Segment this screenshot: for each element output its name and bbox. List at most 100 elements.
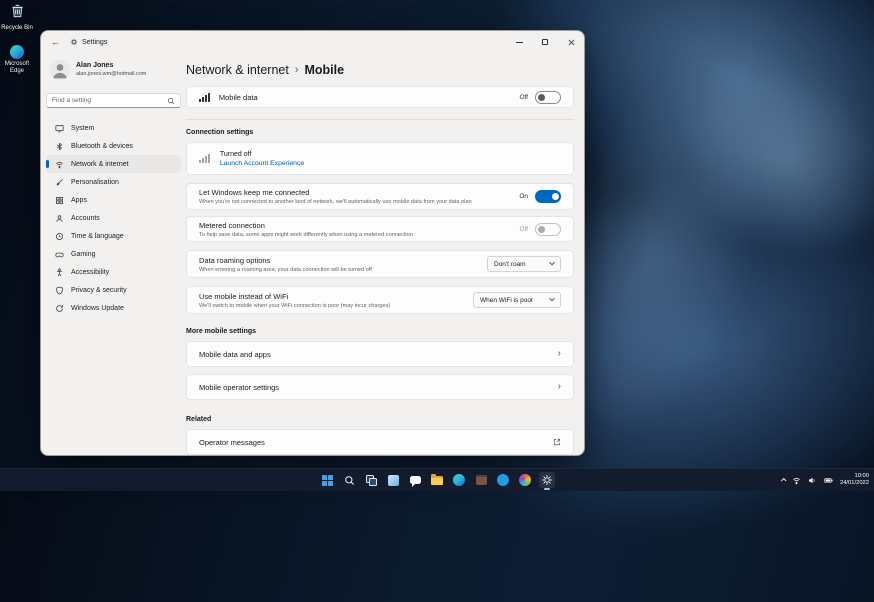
keep-connected-state: On <box>519 193 528 200</box>
hidden-icons-chevron[interactable] <box>780 477 787 484</box>
mobile-instead-wifi-dropdown[interactable]: When WiFi is poor <box>473 292 561 308</box>
mobile-data-toggle[interactable] <box>535 90 561 104</box>
system-icon <box>55 124 64 133</box>
clock[interactable]: 10:00 24/01/2022 <box>840 473 869 487</box>
bluetooth-icon <box>55 142 64 151</box>
widgets-button[interactable] <box>385 472 401 488</box>
sidebar-item-bluetooth-devices[interactable]: Bluetooth & devices <box>46 137 181 155</box>
network-icon <box>55 160 64 169</box>
profile-block[interactable]: Alan Jones alan.jones.wm@hotmail.com <box>46 59 181 81</box>
mobile-data-and-apps-card[interactable]: Mobile data and apps › <box>186 341 574 367</box>
app-title-group: Settings <box>70 33 107 51</box>
sidebar-item-accessibility[interactable]: Accessibility <box>46 263 181 281</box>
widgets-icon <box>387 474 399 486</box>
skype-button[interactable] <box>495 472 511 488</box>
taskbar-center <box>319 469 555 491</box>
desktop-icon-microsoft-edge[interactable]: Microsoft Edge <box>0 45 37 75</box>
keep-connected-toggle[interactable] <box>535 190 561 203</box>
mobile-data-title: Mobile data <box>218 92 258 102</box>
search-input[interactable] <box>52 97 167 104</box>
tray-date: 24/01/2022 <box>839 480 869 486</box>
close-button[interactable] <box>558 31 584 53</box>
sidebar-item-windows-update[interactable]: Windows Update <box>46 299 181 317</box>
chevron-right-icon: › <box>557 348 561 359</box>
metered-connection-state: Off <box>519 225 528 233</box>
windows-update-icon <box>55 304 64 313</box>
sidebar-item-system[interactable]: System <box>46 119 181 137</box>
page-title: Mobile <box>304 63 345 77</box>
battery-tray-icon[interactable] <box>824 476 833 485</box>
search-box[interactable] <box>46 93 181 108</box>
network-tray-icon[interactable] <box>792 476 801 485</box>
desktop-icon-label: Recycle Bin <box>1 25 33 31</box>
connection-status-card: Turned off Launch Account Experience <box>186 142 574 175</box>
mobile-data-card: Mobile data Off <box>186 86 574 108</box>
search-button[interactable] <box>341 472 357 488</box>
windows-logo-icon <box>321 474 333 486</box>
skype-icon <box>497 474 509 486</box>
accessibility-icon <box>55 267 64 277</box>
mobile-operator-settings-card[interactable]: Mobile operator settings › <box>186 374 574 400</box>
maximize-icon <box>542 39 548 45</box>
operator-messages-card[interactable]: Operator messages <box>186 429 574 455</box>
keep-connected-card: Let Windows keep me connected When you'r… <box>186 183 574 210</box>
data-roaming-card: Data roaming options When entering a roa… <box>186 250 574 278</box>
section-related: Related <box>186 416 212 423</box>
main-content: Network & internet › Mobile Mobile data … <box>186 53 574 455</box>
back-icon[interactable]: ← <box>51 37 60 47</box>
sidebar-item-apps[interactable]: Apps <box>46 191 181 209</box>
chevron-down-icon <box>549 295 555 302</box>
chevron-right-icon: › <box>557 381 561 392</box>
maximize-button[interactable] <box>532 31 558 53</box>
wallpaper-wave <box>621 8 874 312</box>
edge-button[interactable] <box>451 472 467 488</box>
desktop: { "accent_color": "#0067c0", "link_color… <box>0 0 874 602</box>
accounts-icon <box>55 214 64 223</box>
window-title: Settings <box>82 38 108 46</box>
mobile-instead-wifi-card: Use mobile instead of WiFi We'll switch … <box>186 286 574 314</box>
minimize-button[interactable] <box>506 31 532 53</box>
sidebar-item-privacy-security[interactable]: Privacy & security <box>46 281 181 299</box>
settings-taskbar-button[interactable] <box>539 472 555 490</box>
search-icon <box>167 92 175 110</box>
launch-account-experience-link[interactable]: Launch Account Experience <box>220 160 304 167</box>
sidebar-item-personalisation[interactable]: Personalisation <box>46 173 181 191</box>
breadcrumb: Network & internet › Mobile <box>186 63 574 77</box>
system-tray: 10:00 24/01/2022 <box>780 469 869 491</box>
metered-connection-card: Metered connection To help save data, so… <box>186 216 574 242</box>
sidebar-item-network-internet[interactable]: Network & internet <box>46 155 181 173</box>
settings-window: ← Settings Alan Jones alan.jones.wm@hotm… <box>40 30 585 456</box>
photos-button[interactable] <box>517 472 533 488</box>
profile-email: alan.jones.wm@hotmail.com <box>76 70 147 77</box>
apps-icon <box>55 196 64 205</box>
chat-button[interactable] <box>407 472 423 488</box>
volume-tray-icon[interactable] <box>808 476 817 485</box>
settings-gear-icon <box>70 33 78 51</box>
start-button[interactable] <box>319 472 335 488</box>
metered-connection-toggle[interactable] <box>535 222 561 236</box>
file-explorer-button[interactable] <box>429 472 445 488</box>
search-icon <box>344 475 354 485</box>
avatar <box>50 60 70 80</box>
task-view-button[interactable] <box>363 472 379 488</box>
desktop-icon-label: Microsoft Edge <box>4 61 30 74</box>
sidebar: Alan Jones alan.jones.wm@hotmail.com Sys… <box>41 53 186 455</box>
privacy-security-icon <box>55 286 64 295</box>
section-more-mobile-settings: More mobile settings <box>186 328 257 335</box>
task-view-icon <box>363 472 379 488</box>
breadcrumb-parent[interactable]: Network & internet <box>186 63 289 77</box>
sidebar-nav: System Bluetooth & devices Network & int… <box>46 119 181 317</box>
sidebar-item-accounts[interactable]: Accounts <box>46 209 181 227</box>
mobile-signal-icon <box>199 92 210 102</box>
desktop-icon-recycle-bin[interactable]: Recycle Bin <box>0 3 37 32</box>
chat-icon <box>409 475 421 487</box>
sidebar-item-time-language[interactable]: Time & language <box>46 227 181 245</box>
sidebar-item-gaming[interactable]: Gaming <box>46 245 181 263</box>
titlebar: ← Settings <box>41 31 584 53</box>
edge-icon <box>10 45 24 59</box>
window-controls <box>506 31 584 53</box>
store-button[interactable] <box>473 472 489 488</box>
photos-icon <box>519 474 531 486</box>
data-roaming-dropdown[interactable]: Don't roam <box>487 256 561 272</box>
profile-name: Alan Jones <box>76 62 114 70</box>
